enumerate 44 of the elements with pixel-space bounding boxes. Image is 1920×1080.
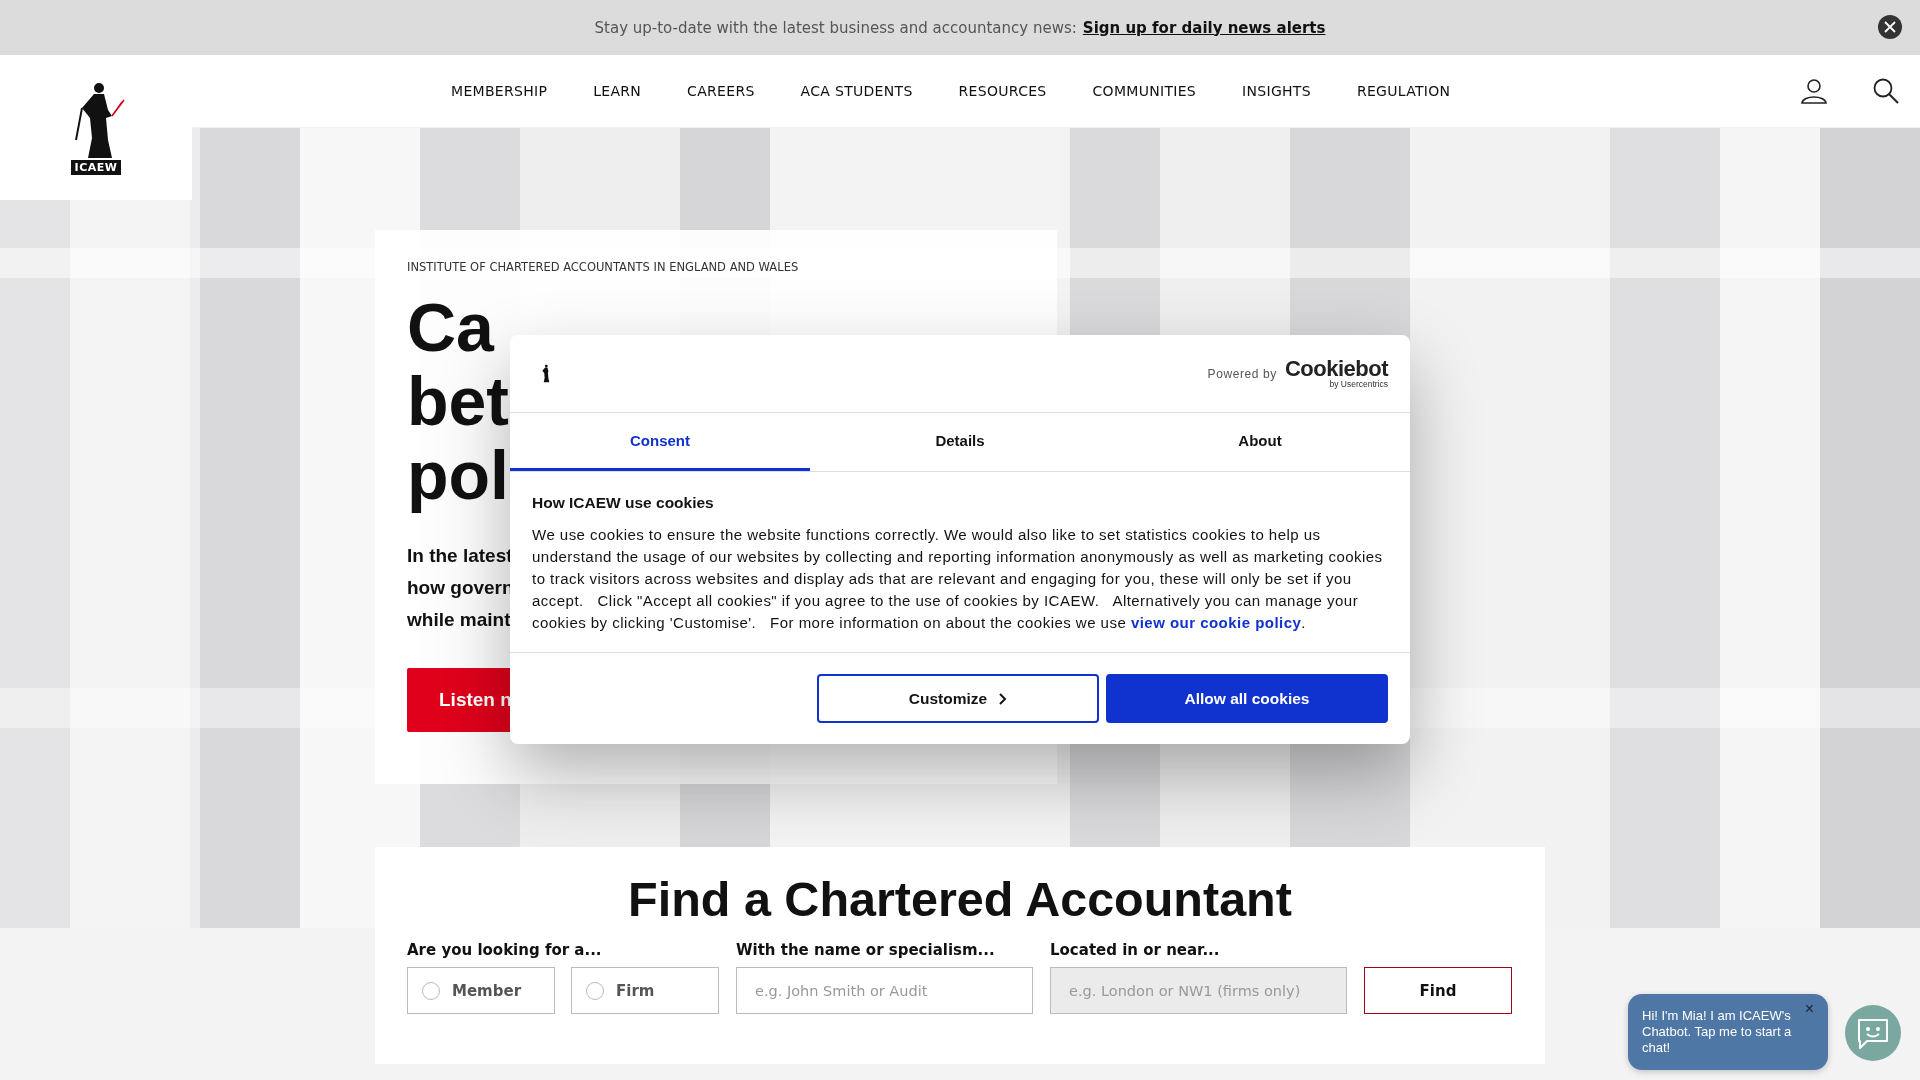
intro-text: In the latest (407, 544, 513, 568)
headline-text: bet (407, 364, 509, 438)
chevron-icon (999, 692, 1008, 705)
chatbot-message: Hi! I'm Mia! I am ICAEW's Chatbot. Tap me to start a chat! (1642, 1008, 1793, 1056)
user-icon[interactable] (1800, 77, 1828, 105)
close-icon[interactable] (1878, 15, 1902, 39)
nav-item[interactable]: COMMUNITIES (1092, 83, 1197, 99)
nav-item[interactable]: CAREERS (687, 83, 755, 99)
dialog-tab[interactable]: Details (810, 413, 1110, 471)
name-field[interactable]: e.g. John Smith or Audit (736, 967, 1033, 1014)
logo-wordmark: ICAEW (70, 160, 122, 175)
chat-icon[interactable] (1845, 1005, 1901, 1061)
cookie-description: We use cookies to ensure the website functions correctly. We would also like to set statistics cookies to help us understand the usage of our websites by collecting and reporting information anonymously as well as marketing cookies to track visitors across websites and display ads that are relevant and engaging for you, these will only be set if you accept. Click "Accept all cookies" if you agree to the use of cookies by ICAEW. Alternatively you can manage your cookies by clicking 'Customise'. For more information on about the cookies we use view our cookie policy. (532, 525, 1384, 633)
signup-link[interactable]: Sign up for daily news alerts (1082, 18, 1326, 37)
customize-button[interactable]: Customize (817, 674, 1099, 723)
nav-item[interactable]: ACA STUDENTS (800, 83, 913, 99)
field-label: Are you looking for a... (407, 941, 602, 959)
option-label: Member (452, 981, 522, 1000)
nav-item[interactable]: MEMBERSHIP (451, 83, 548, 99)
allow-all-button[interactable]: Allow all cookies (1106, 674, 1388, 723)
nav-item[interactable]: INSIGHTS (1242, 83, 1311, 99)
type-option[interactable]: Member (407, 967, 555, 1014)
dialog-heading: How ICAEW use cookies (532, 494, 714, 512)
cookiebot-logo[interactable]: Cookiebot by Usercentrics (1284, 358, 1388, 389)
field-label: Located in or near... (1050, 941, 1220, 959)
dialog-tab[interactable]: About (1110, 413, 1410, 471)
nav-item[interactable]: REGULATION (1356, 83, 1451, 99)
search-icon[interactable] (1872, 77, 1900, 105)
eyebrow-text: INSTITUTE OF CHARTERED ACCOUNTANTS IN ENGLAND AND WALES (407, 260, 799, 274)
powered-by-text: Powered by (1207, 366, 1277, 381)
intro-text: while maint (407, 608, 511, 632)
cookie-policy-link[interactable]: view our cookie policy (1130, 614, 1302, 631)
dialog-tab[interactable]: Consent (510, 413, 810, 471)
banner-text: Stay up-to-date with the latest business and accountancy news: (594, 18, 1077, 37)
option-label: Firm (616, 981, 655, 1000)
finder-title: Find a Chartered Accountant (627, 871, 1293, 928)
chatbot-bubble[interactable]: Hi! I'm Mia! I am ICAEW's Chatbot. Tap me to start a chat! × (1628, 994, 1828, 1070)
nav-item[interactable]: RESOURCES (958, 83, 1047, 99)
nav-item[interactable]: LEARN (593, 83, 642, 99)
headline-text: Ca (407, 290, 494, 364)
headline-text: pol (407, 438, 509, 512)
find-button[interactable]: Find (1364, 967, 1512, 1014)
type-option[interactable]: Firm (571, 967, 719, 1014)
field-label: With the name or specialism... (736, 941, 995, 959)
